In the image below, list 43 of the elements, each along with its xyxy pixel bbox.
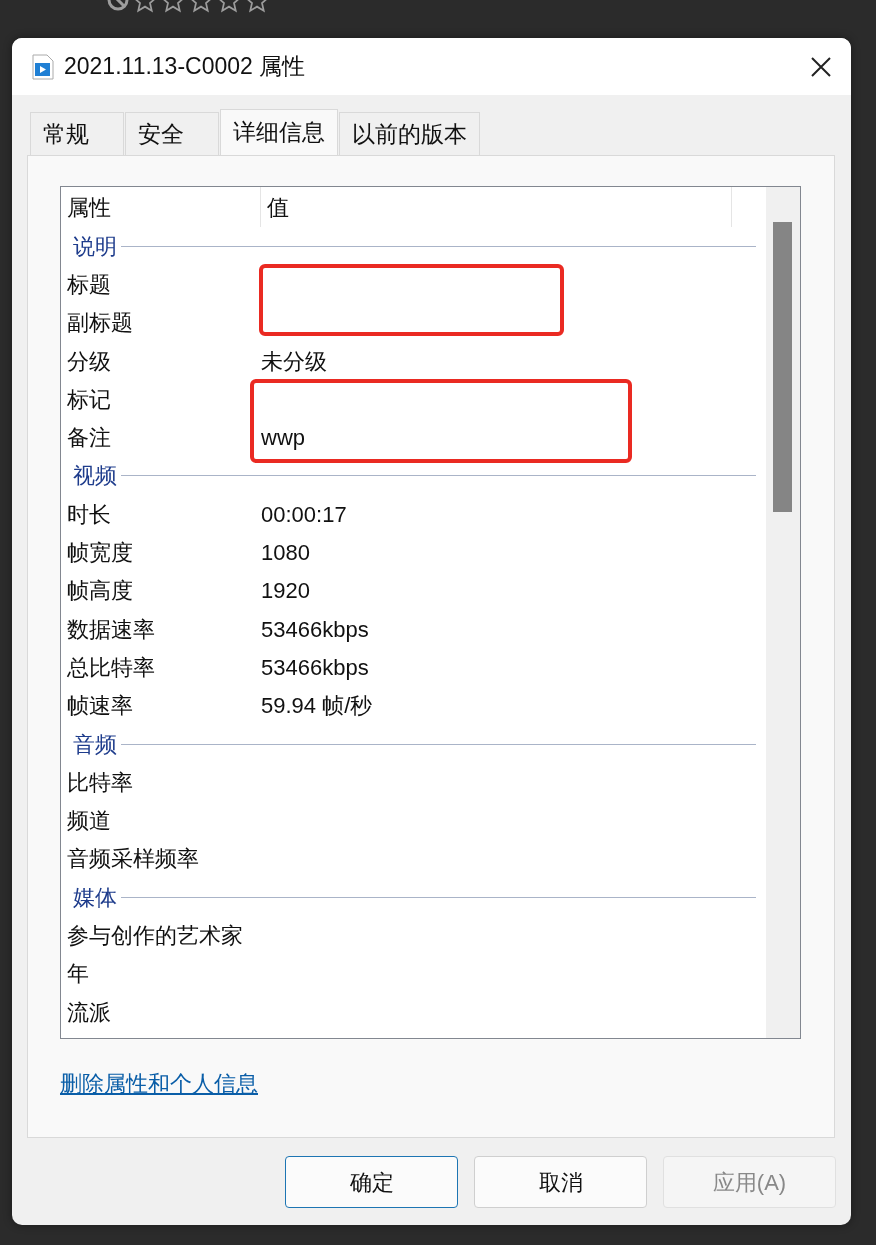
property-name: 分级 bbox=[66, 347, 112, 376]
property-value: 00:00:17 bbox=[261, 500, 347, 529]
dialog-button[interactable]: 取消 bbox=[474, 1156, 647, 1208]
property-value: 53466kbps bbox=[261, 653, 369, 682]
scrollbar-thumb[interactable] bbox=[773, 222, 792, 512]
property-name: 频道 bbox=[66, 807, 112, 836]
remove-properties-link[interactable]: 删除属性和个人信息 bbox=[60, 1067, 258, 1100]
property-value: wwp bbox=[261, 424, 305, 453]
window-title: 2021.11.13-C0002 属性 bbox=[64, 52, 306, 82]
property-name: 备注 bbox=[66, 424, 112, 453]
property-name: 参与创作的艺术家 bbox=[66, 922, 244, 950]
scrollbar[interactable] bbox=[766, 187, 800, 1038]
property-value: 1080 bbox=[261, 539, 310, 567]
group-heading: 视频 bbox=[73, 462, 118, 491]
property-value: 53466kbps bbox=[261, 615, 369, 644]
property-name: 年 bbox=[66, 960, 90, 989]
property-value: 1920 bbox=[261, 577, 310, 606]
property-name: 标记 bbox=[66, 385, 112, 414]
property-name: 副标题 bbox=[66, 309, 134, 338]
column-header[interactable]: 值 bbox=[261, 187, 732, 227]
close-icon bbox=[810, 55, 832, 78]
property-name: 总比特率 bbox=[66, 653, 156, 682]
property-name: 数据速率 bbox=[66, 615, 156, 644]
property-name: 比特率 bbox=[66, 768, 134, 797]
tab[interactable]: 详细信息 bbox=[220, 109, 338, 155]
video-file-icon bbox=[32, 53, 54, 80]
property-name: 标题 bbox=[66, 270, 112, 299]
property-name: 音频采样频率 bbox=[66, 845, 200, 874]
property-name: 帧高度 bbox=[66, 577, 134, 606]
property-value: 59.94 帧/秒 bbox=[261, 692, 373, 721]
group-heading: 说明 bbox=[73, 232, 118, 261]
tab[interactable]: 安全 bbox=[125, 112, 219, 155]
column-header[interactable]: 属性 bbox=[61, 187, 261, 227]
tab[interactable]: 以前的版本 bbox=[339, 112, 480, 155]
tab[interactable]: 常规 bbox=[30, 112, 124, 155]
property-value: 未分级 bbox=[261, 347, 327, 376]
group-heading: 音频 bbox=[73, 730, 118, 759]
property-name: 帧宽度 bbox=[66, 539, 134, 567]
property-name: 时长 bbox=[66, 500, 112, 529]
property-name: 帧速率 bbox=[66, 692, 134, 721]
property-name: 流派 bbox=[66, 998, 112, 1027]
group-heading: 媒体 bbox=[73, 883, 118, 912]
dialog-button[interactable]: 确定 bbox=[285, 1156, 458, 1208]
